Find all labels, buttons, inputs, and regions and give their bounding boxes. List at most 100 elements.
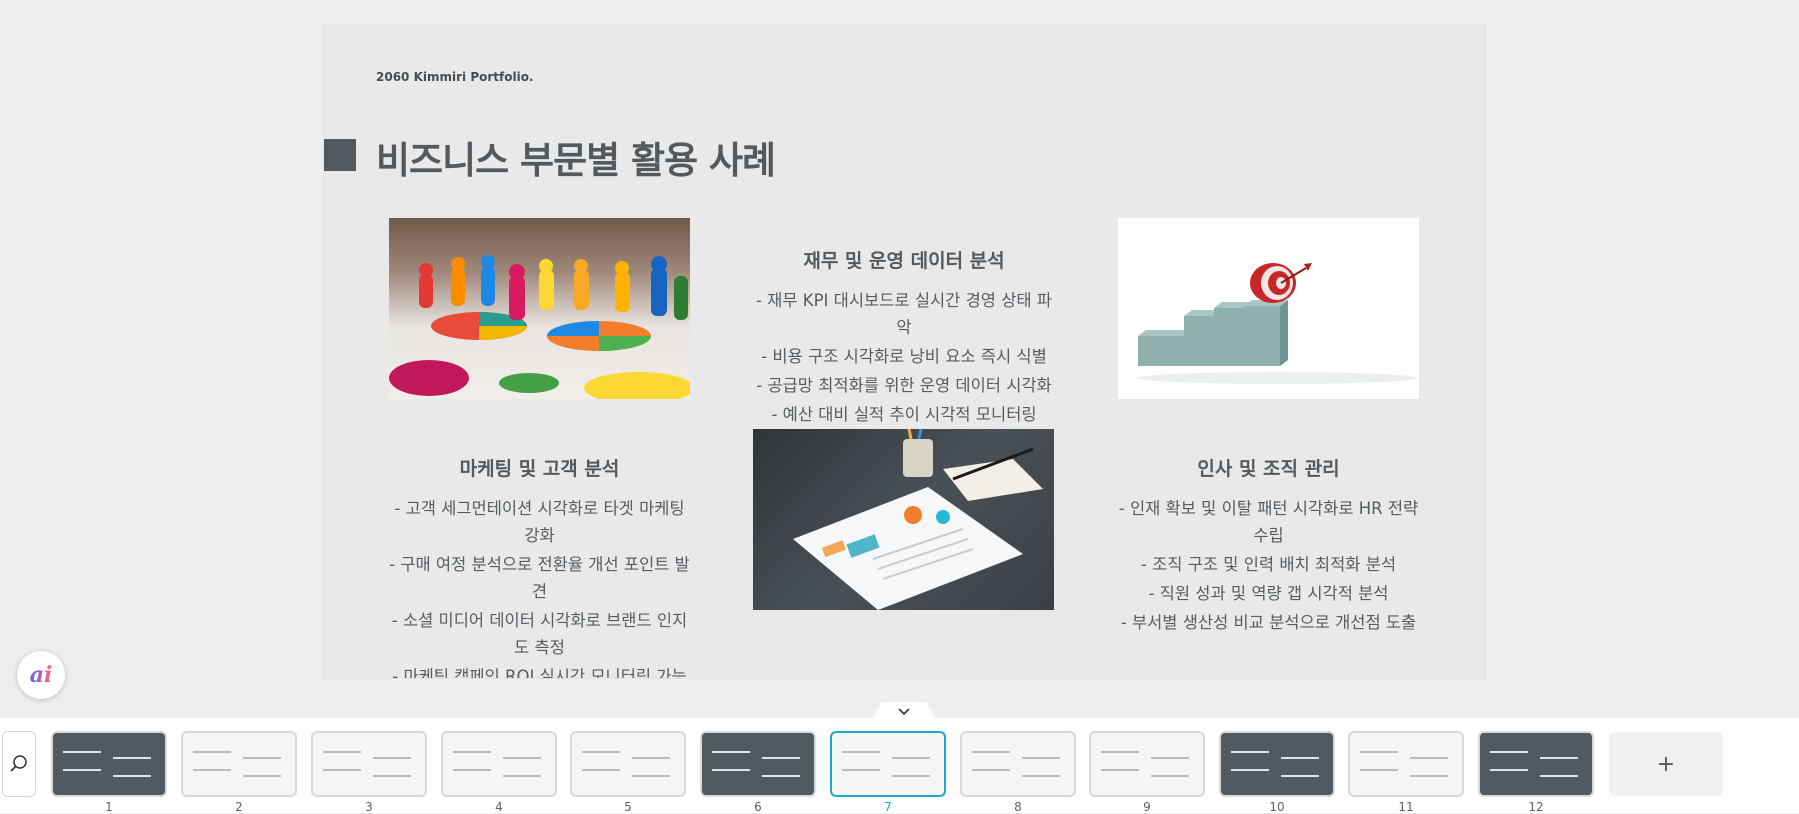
thumbnail-preview-line xyxy=(503,775,541,777)
thumbnail-preview-line xyxy=(63,769,101,771)
ai-assistant-button[interactable]: ai xyxy=(17,651,65,699)
thumbnail-preview-line xyxy=(582,751,620,753)
slide-number: 6 xyxy=(754,800,762,814)
thumbnail-preview-line xyxy=(712,769,750,771)
slide-thumbnail[interactable] xyxy=(311,731,427,797)
slide-thumbnail[interactable] xyxy=(1089,731,1205,797)
bullet-list: - 인재 확보 및 이탈 패턴 시각화로 HR 전략 수립 - 조직 구조 및 … xyxy=(1118,495,1419,636)
marketing-customer-section: 마케팅 및 고객 분석 - 고객 세그먼테이션 시각화로 타겟 마케팅 강화 -… xyxy=(389,454,690,678)
report-documents-photo[interactable] xyxy=(753,429,1054,610)
slide-number: 10 xyxy=(1269,800,1285,814)
slide-thumbnail[interactable] xyxy=(570,731,686,797)
bullet-item: - 부서별 생산성 비교 분석으로 개선점 도출 xyxy=(1120,613,1417,632)
marketing-illustration xyxy=(389,255,690,399)
thumbnail-preview-line xyxy=(1490,751,1528,753)
slide-thumbnail[interactable] xyxy=(1478,731,1594,797)
section-heading: 인사 및 조직 관리 xyxy=(1197,458,1340,480)
thumbnail-preview-line xyxy=(503,757,541,759)
thumbnail-preview-line xyxy=(1231,751,1269,753)
thumbnail-preview-line xyxy=(1410,757,1448,759)
slide-thumbnail[interactable] xyxy=(1348,731,1464,797)
bullet-item: - 재무 KPI 대시보드로 실시간 경영 상태 파악 xyxy=(755,291,1052,337)
bullet-item: - 고객 세그먼테이션 시각화로 타겟 마케팅 강화 xyxy=(394,499,685,545)
thumbnail-preview-line xyxy=(632,775,670,777)
slide-number: 1 xyxy=(105,800,113,814)
marketing-photo[interactable] xyxy=(389,218,690,399)
thumbnail-preview-line xyxy=(193,769,231,771)
slide-thumbnail[interactable] xyxy=(700,731,816,797)
section-heading: 마케팅 및 고객 분석 xyxy=(459,458,620,480)
thumbnail-preview-line xyxy=(1231,769,1269,771)
thumbnail-preview-line xyxy=(1151,757,1189,759)
thumbnail-preview-line xyxy=(113,775,151,777)
thumbnail-preview-line xyxy=(1490,769,1528,771)
collapse-filmstrip-button[interactable] xyxy=(872,702,936,719)
ai-icon: ai xyxy=(29,662,53,688)
slide-thumbnail[interactable] xyxy=(51,731,167,797)
thumbnail-preview-line xyxy=(712,751,750,753)
thumbnail-preview-line xyxy=(632,757,670,759)
bullet-item: - 직원 성과 및 역량 갭 시각적 분석 xyxy=(1148,584,1389,603)
search-zoom-button[interactable] xyxy=(2,731,36,797)
bullet-item: - 비용 구조 시각화로 낭비 요소 즉시 식별 xyxy=(761,347,1047,366)
chevron-down-icon xyxy=(898,708,910,716)
thumbnail-preview-line xyxy=(842,751,880,753)
hr-organization-section: 인사 및 조직 관리 - 인재 확보 및 이탈 패턴 시각화로 HR 전략 수립… xyxy=(1118,454,1419,638)
thumbnail-preview-line xyxy=(1101,751,1139,753)
slide-thumbnail[interactable] xyxy=(441,731,557,797)
target-stairs-photo[interactable] xyxy=(1118,218,1419,399)
bullet-item: - 마케팅 캠페인 ROI 실시간 모니터링 가능 xyxy=(392,667,687,678)
slide-title: 비즈니스 부문별 활용 사례 xyxy=(376,139,776,182)
thumbnail-preview-line xyxy=(1101,769,1139,771)
thumbnail-preview-line xyxy=(1360,751,1398,753)
thumbnail-preview-line xyxy=(373,757,411,759)
bullet-item: - 소셜 미디어 데이터 시각화로 브랜드 인지도 측정 xyxy=(391,611,688,657)
slide-number: 8 xyxy=(1014,800,1022,814)
thumbnail-preview-line xyxy=(323,751,361,753)
thumbnail-preview-line xyxy=(972,751,1010,753)
thumbnail-preview-line xyxy=(63,751,101,753)
slide-thumbnail[interactable] xyxy=(181,731,297,797)
bullet-item: - 공급망 최적화를 위한 운영 데이터 시각화 xyxy=(756,376,1052,395)
thumbnail-preview-line xyxy=(1151,775,1189,777)
slide-thumbnail[interactable] xyxy=(830,731,946,797)
thumbnail-preview-line xyxy=(453,751,491,753)
thumbnail-preview-line xyxy=(972,769,1010,771)
documents-illustration xyxy=(793,429,1043,610)
thumbnail-preview-line xyxy=(1540,757,1578,759)
thumbnail-preview-line xyxy=(1281,775,1319,777)
slide-number: 2 xyxy=(235,800,243,814)
thumbnail-preview-line xyxy=(762,775,800,777)
thumbnail-preview-line xyxy=(113,757,151,759)
current-slide[interactable]: 2060 Kimmiri Portfolio. 비즈니스 부문별 활용 사례 재… xyxy=(324,26,1485,678)
brand-text: 2060 Kimmiri Portfolio. xyxy=(376,70,534,84)
bullet-item: - 인재 확보 및 이탈 패턴 시각화로 HR 전략 수립 xyxy=(1118,499,1419,545)
finance-operations-section: 재무 및 운영 데이터 분석 - 재무 KPI 대시보드로 실시간 경영 상태 … xyxy=(754,246,1054,430)
plus-icon: + xyxy=(1656,751,1676,777)
bullet-item: - 예산 대비 실적 추이 시각적 모니터링 xyxy=(771,405,1037,424)
section-heading: 재무 및 운영 데이터 분석 xyxy=(803,250,1005,272)
thumbnail-preview-line xyxy=(1022,757,1060,759)
add-slide-button[interactable]: + xyxy=(1609,732,1723,796)
thumbnail-preview-line xyxy=(373,775,411,777)
thumbnail-preview-line xyxy=(892,775,930,777)
thumbnail-preview-line xyxy=(892,757,930,759)
editor-canvas: 2060 Kimmiri Portfolio. 비즈니스 부문별 활용 사례 재… xyxy=(0,0,1799,719)
bullet-item: - 구매 여정 분석으로 전환율 개선 포인트 발견 xyxy=(389,555,690,601)
thumbnail-preview-line xyxy=(1281,757,1319,759)
thumbnail-preview-line xyxy=(1360,769,1398,771)
slide-number: 7 xyxy=(884,800,892,814)
slide-number: 11 xyxy=(1398,800,1414,814)
slide-thumbnail[interactable] xyxy=(960,731,1076,797)
thumbnail-preview-line xyxy=(243,757,281,759)
thumbnail-preview-line xyxy=(582,769,620,771)
bullet-item: - 조직 구조 및 인력 배치 최적화 분석 xyxy=(1140,555,1397,574)
title-square-mark xyxy=(324,139,356,171)
bullet-list: - 고객 세그먼테이션 시각화로 타겟 마케팅 강화 - 구매 여정 분석으로 … xyxy=(389,495,690,678)
slide-number: 12 xyxy=(1528,800,1544,814)
thumbnail-preview-line xyxy=(762,757,800,759)
slide-number: 4 xyxy=(495,800,503,814)
search-zoom-icon xyxy=(10,755,27,772)
slide-thumbnail[interactable] xyxy=(1219,731,1335,797)
thumbnail-preview-line xyxy=(193,751,231,753)
